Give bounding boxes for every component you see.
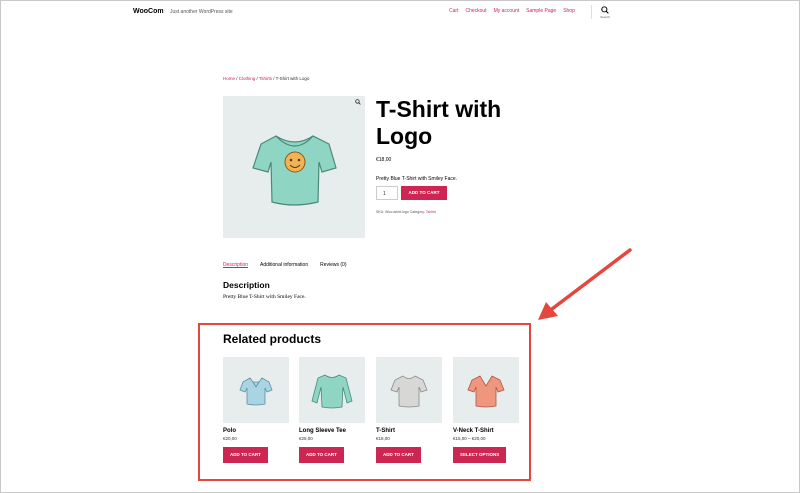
nav-sample-page[interactable]: Sample Page: [526, 8, 556, 14]
nav-cart[interactable]: Cart: [449, 8, 458, 14]
nav-my-account[interactable]: My account: [494, 8, 520, 14]
search-label: Search: [600, 15, 610, 19]
product-name[interactable]: Long Sleeve Tee: [299, 428, 365, 434]
product-meta-prefix: SKU: Woo-tshirt-logo Category:: [376, 210, 426, 214]
product-name[interactable]: T-Shirt: [376, 428, 442, 434]
add-to-cart-button[interactable]: ADD TO CART: [401, 186, 447, 200]
product-title: T-Shirt with Logo: [376, 96, 502, 149]
t-shirt-image: [390, 375, 428, 408]
related-product-card-t-shirt[interactable]: T-Shirt €18,00 ADD TO CART: [376, 357, 442, 463]
product-price: €18,00: [376, 436, 390, 441]
polo-shirt-image: [239, 377, 273, 406]
select-options-button[interactable]: SELECT OPTIONS: [453, 447, 507, 463]
smiley-face-icon: [284, 151, 306, 173]
tab-reviews[interactable]: Reviews (0): [320, 262, 346, 268]
description-text: Pretty Blue T-Shirt with Smiley Face.: [223, 294, 306, 300]
quantity-input[interactable]: 1: [376, 186, 398, 200]
product-image[interactable]: [453, 357, 519, 423]
product-meta: SKU: Woo-tshirt-logo Category: Tshirts: [376, 210, 436, 214]
site-tagline: Just another WordPress site: [170, 9, 233, 15]
v-neck-t-shirt-image: [467, 375, 505, 408]
product-short-description: Pretty Blue T-Shirt with Smiley Face.: [376, 176, 458, 182]
related-products-heading: Related products: [223, 332, 322, 346]
zoom-icon[interactable]: [355, 99, 361, 105]
product-price: €25,00: [299, 436, 313, 441]
breadcrumb-clothing[interactable]: Clothing: [239, 76, 256, 81]
site-title[interactable]: WooCom: [133, 8, 164, 15]
breadcrumb-tshirts[interactable]: Tshirts: [259, 76, 272, 81]
nav-checkout[interactable]: Checkout: [465, 8, 486, 14]
product-name[interactable]: V-Neck T-Shirt: [453, 428, 519, 434]
nav-shop[interactable]: Shop: [563, 8, 575, 14]
related-product-card-polo[interactable]: Polo €20,00 ADD TO CART: [223, 357, 289, 463]
primary-nav: Cart Checkout My account Sample Page Sho…: [449, 8, 575, 14]
product-image[interactable]: [223, 357, 289, 423]
search-icon: [601, 6, 609, 14]
tab-additional-information[interactable]: Additional information: [260, 262, 308, 268]
product-price: €18,00: [376, 157, 392, 163]
product-price: €20,00: [223, 436, 237, 441]
tshirt-with-logo-image: [252, 135, 337, 206]
related-product-card-v-neck-t-shirt[interactable]: V-Neck T-Shirt €15,00 – €20,00 SELECT OP…: [453, 357, 519, 463]
add-to-cart-button[interactable]: ADD TO CART: [376, 447, 421, 463]
description-heading: Description: [223, 280, 270, 290]
product-gallery[interactable]: [223, 96, 365, 238]
related-product-card-long-sleeve-tee[interactable]: Long Sleeve Tee €25,00 ADD TO CART: [299, 357, 365, 463]
add-to-cart-button[interactable]: ADD TO CART: [223, 447, 268, 463]
product-image[interactable]: [299, 357, 365, 423]
tab-description[interactable]: Description: [223, 262, 248, 268]
breadcrumb-home[interactable]: Home: [223, 76, 235, 81]
add-to-cart-button[interactable]: ADD TO CART: [299, 447, 344, 463]
annotation-arrow-icon: [538, 248, 632, 320]
breadcrumb: Home / Clothing / Tshirts / T-Shirt with…: [223, 76, 309, 81]
product-name[interactable]: Polo: [223, 428, 289, 434]
product-price: €15,00 – €20,00: [453, 436, 486, 441]
search-button[interactable]: Search: [598, 6, 612, 19]
product-image[interactable]: [376, 357, 442, 423]
nav-divider: [591, 5, 592, 19]
category-link[interactable]: Tshirts: [426, 210, 436, 214]
product-tabs: Description Additional information Revie…: [223, 262, 347, 268]
long-sleeve-tee-image: [311, 374, 353, 409]
breadcrumb-current: T-Shirt with Logo: [275, 76, 310, 81]
